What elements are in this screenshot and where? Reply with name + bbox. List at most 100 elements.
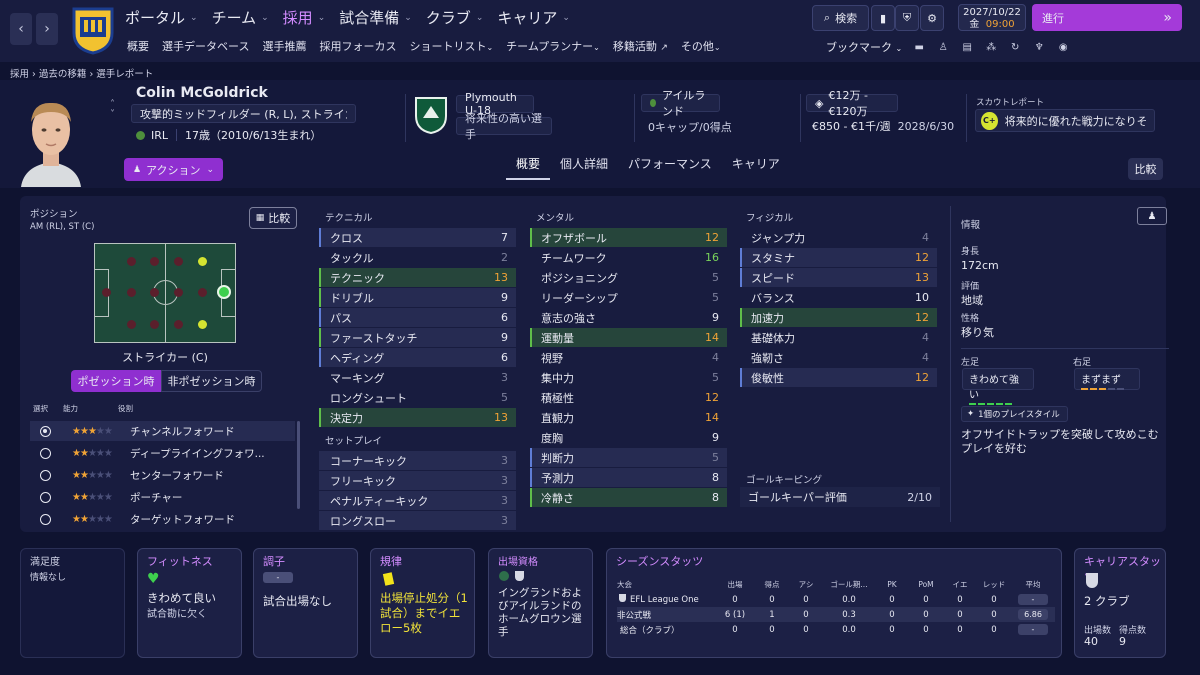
subnav-recommendations[interactable]: 選手推薦 bbox=[262, 38, 306, 54]
bookmark-button[interactable]: ▮ bbox=[871, 5, 895, 31]
position-compare-button[interactable]: ▦ 比較 bbox=[249, 207, 297, 229]
advance-button[interactable]: 進行 » bbox=[1032, 4, 1182, 31]
football-icon[interactable]: ◉ bbox=[1056, 42, 1070, 53]
position-dot-am-l[interactable] bbox=[198, 257, 207, 266]
breadcrumb-item[interactable]: 採用 bbox=[10, 69, 29, 80]
attribute-row[interactable]: スピード 13 bbox=[740, 268, 937, 287]
radio-icon[interactable] bbox=[40, 469, 51, 481]
season-row[interactable]: 総合（クラブ） 0 0 0 0.0 0 0 0 0 - bbox=[617, 622, 1055, 637]
attribute-row[interactable]: ペナルティーキック 3 bbox=[319, 491, 516, 510]
career-stats-card[interactable]: キャリアスタッツ 2 クラブ 出場数 得点数 40 9 bbox=[1074, 548, 1166, 658]
attribute-row[interactable]: 運動量 14 bbox=[530, 328, 727, 347]
radio-selected-icon[interactable] bbox=[40, 425, 51, 437]
attribute-row[interactable]: 度胸 9 bbox=[530, 428, 727, 447]
attribute-row[interactable]: オフザボール 12 bbox=[530, 228, 727, 247]
season-col-header[interactable]: PoM bbox=[909, 577, 943, 592]
nav-club[interactable]: クラブ ⌄ bbox=[426, 7, 484, 28]
action-button[interactable]: ♟ アクション ⌄ bbox=[124, 158, 223, 181]
nav-career[interactable]: キャリア ⌄ bbox=[497, 7, 570, 28]
attribute-row[interactable]: テクニック 13 bbox=[319, 268, 516, 287]
attribute-row[interactable]: コーナーキック 3 bbox=[319, 451, 516, 470]
attribute-row[interactable]: 予測力 8 bbox=[530, 468, 727, 487]
settings-button[interactable]: ⚙ bbox=[920, 5, 944, 31]
position-dot[interactable] bbox=[150, 320, 159, 329]
attribute-row[interactable]: 基礎体力 4 bbox=[740, 328, 937, 347]
attribute-row[interactable]: ジャンプ力 4 bbox=[740, 228, 937, 247]
attribute-row[interactable]: ロングスロー 3 bbox=[319, 511, 516, 530]
attribute-row[interactable]: 強靭さ 4 bbox=[740, 348, 937, 367]
attribute-row[interactable]: ファーストタッチ 9 bbox=[319, 328, 516, 347]
attribute-row[interactable]: 集中力 5 bbox=[530, 368, 727, 387]
attribute-row[interactable]: チームワーク 16 bbox=[530, 248, 727, 267]
tactics-icon[interactable]: ⁂ bbox=[984, 42, 998, 53]
season-col-header[interactable]: 平均 bbox=[1011, 577, 1055, 592]
breadcrumb-item[interactable]: 過去の移籍 bbox=[39, 69, 87, 80]
attribute-row[interactable]: 判断力 5 bbox=[530, 448, 727, 467]
season-col-header[interactable]: PK bbox=[875, 577, 909, 592]
nav-portal[interactable]: ポータル ⌄ bbox=[125, 7, 198, 28]
goalkeeper-rating[interactable]: ゴールキーパー評価 2/10 bbox=[740, 487, 940, 507]
nav-match-prep[interactable]: 試合準備 ⌄ bbox=[339, 7, 412, 28]
club-crest-logo[interactable] bbox=[70, 5, 116, 55]
date-display[interactable]: 2027/10/22 金 09:00 bbox=[958, 4, 1026, 31]
position-dot[interactable] bbox=[198, 288, 207, 297]
tab-performance[interactable]: パフォーマンス bbox=[618, 156, 722, 180]
nav-team[interactable]: チーム ⌄ bbox=[212, 7, 269, 28]
attribute-row[interactable]: ドリブル 9 bbox=[319, 288, 516, 307]
role-row[interactable]: ★★★★★ ターゲットフォワード bbox=[30, 509, 295, 529]
nation-box[interactable]: アイルランド bbox=[641, 89, 720, 118]
subnav-shortlist[interactable]: ショートリスト⌄ bbox=[409, 38, 493, 54]
role-row[interactable]: ★★★★★ ポーチャー bbox=[30, 487, 295, 507]
attribute-row[interactable]: ロングシュート 5 bbox=[319, 388, 516, 407]
attribute-row[interactable]: 加速力 12 bbox=[740, 308, 937, 327]
attribute-row[interactable]: バランス 10 bbox=[740, 288, 937, 307]
plymouth-crest-logo[interactable] bbox=[414, 96, 448, 135]
attribute-row[interactable]: 意志の強さ 9 bbox=[530, 308, 727, 327]
role-row[interactable]: ★★★★★ ディープライイングフォワ... bbox=[30, 443, 295, 463]
position-dot-am-r[interactable] bbox=[198, 320, 207, 329]
satisfaction-card[interactable]: 満足度 情報なし bbox=[20, 548, 125, 658]
attribute-row[interactable]: タックル 2 bbox=[319, 248, 516, 267]
season-col-header[interactable]: イエ bbox=[943, 577, 977, 592]
eligibility-card[interactable]: 出場資格 イングランドおよびアイルランドのホームグロウン選手 bbox=[488, 548, 593, 658]
back-button[interactable]: ‹ bbox=[10, 13, 32, 45]
out-of-possession-toggle[interactable]: 非ポゼッション時 bbox=[161, 370, 262, 392]
attribute-row[interactable]: スタミナ 12 bbox=[740, 248, 937, 267]
transfer-value[interactable]: ◈ €12万 - €120万 bbox=[806, 89, 898, 118]
pitch-diagram[interactable] bbox=[94, 243, 236, 343]
position-dot[interactable] bbox=[174, 257, 183, 266]
season-row[interactable]: EFL League One 0 0 0 0.0 0 0 0 0 - bbox=[617, 592, 1055, 607]
position-dot[interactable] bbox=[150, 288, 159, 297]
clipboard-icon[interactable]: ▤ bbox=[960, 42, 974, 53]
forward-button[interactable]: › bbox=[36, 13, 58, 45]
form-card[interactable]: 調子 - 試合出場なし bbox=[253, 548, 358, 658]
role-row[interactable]: ★★★★★ センターフォワード bbox=[30, 465, 295, 485]
season-col-header[interactable]: ゴール期... bbox=[823, 577, 875, 592]
role-list-scrollbar[interactable] bbox=[297, 421, 300, 509]
position-dot[interactable] bbox=[174, 288, 183, 297]
role-row[interactable]: ★★★★★ チャンネルフォワード bbox=[30, 421, 295, 441]
season-col-header[interactable]: アシ bbox=[789, 577, 823, 592]
in-possession-toggle[interactable]: ポゼッション時 bbox=[71, 370, 161, 392]
position-dot[interactable] bbox=[150, 257, 159, 266]
attribute-row[interactable]: リーダーシップ 5 bbox=[530, 288, 727, 307]
tab-personal-details[interactable]: 個人詳細 bbox=[550, 156, 618, 180]
radio-icon[interactable] bbox=[40, 513, 51, 525]
player-switch-arrows[interactable]: ˄ ˅ bbox=[110, 100, 115, 120]
playstyle-badge[interactable]: ✦ 1個のプレイスタイル bbox=[961, 406, 1068, 422]
attribute-row[interactable]: 冷静さ 8 bbox=[530, 488, 727, 507]
radio-icon[interactable] bbox=[40, 491, 51, 503]
position-dot[interactable] bbox=[102, 288, 111, 297]
position-dot[interactable] bbox=[127, 320, 136, 329]
discipline-card[interactable]: 規律 出場停止処分（1試合）までイエロー5枚 bbox=[370, 548, 475, 658]
shirt-icon[interactable]: ♙ bbox=[936, 42, 950, 53]
attribute-row[interactable]: パス 6 bbox=[319, 308, 516, 327]
attribute-row[interactable]: 決定力 13 bbox=[319, 408, 516, 427]
subnav-more[interactable]: その他⌄ bbox=[681, 38, 721, 54]
attribute-row[interactable]: マーキング 3 bbox=[319, 368, 516, 387]
subnav-player-database[interactable]: 選手データベース bbox=[162, 38, 249, 54]
bookmarks-dropdown[interactable]: ブックマーク ⌄ bbox=[826, 39, 902, 55]
position-dot[interactable] bbox=[127, 257, 136, 266]
position-dot[interactable] bbox=[174, 320, 183, 329]
subnav-transfer-activity[interactable]: 移籍活動 ↗ bbox=[613, 38, 668, 54]
